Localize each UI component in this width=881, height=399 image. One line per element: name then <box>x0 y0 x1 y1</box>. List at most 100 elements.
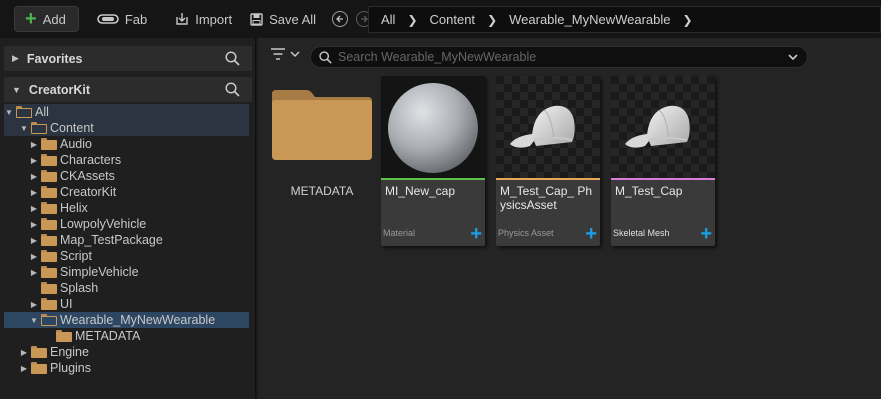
asset-view: METADATA MI_New_cap Material + <box>258 38 881 399</box>
tree-item[interactable]: Splash <box>4 280 249 296</box>
save-all-button[interactable]: Save All <box>244 6 322 32</box>
arrow-left-icon <box>336 15 344 23</box>
folder-icon <box>41 218 57 230</box>
tree-item[interactable]: ▶ Script <box>4 248 249 264</box>
import-icon <box>176 13 188 25</box>
folder-icon <box>41 298 57 310</box>
tree-item[interactable]: ▶ LowpolyVehicle <box>4 216 249 232</box>
creatorkit-label: CreatorKit <box>28 82 91 97</box>
chevron-right-icon[interactable]: ▶ <box>29 220 39 229</box>
tree-item-label: Splash <box>60 281 99 295</box>
asset-name: METADATA <box>290 184 354 198</box>
tree-item[interactable]: ▶ Helix <box>4 200 249 216</box>
tree-item-label: All <box>35 105 49 119</box>
chevron-right-icon[interactable]: ▶ <box>19 364 29 373</box>
chevron-right-icon[interactable]: ▶ <box>29 156 39 165</box>
folder-open-icon <box>31 122 47 134</box>
search-icon <box>319 50 332 64</box>
sphere-thumbnail-icon <box>388 83 478 173</box>
cap-thumbnail-icon <box>625 105 690 148</box>
back-button[interactable] <box>332 11 349 27</box>
tree-item-label: Content <box>50 121 94 135</box>
asset-thumbnail <box>496 76 600 178</box>
tree-item-label: SimpleVehicle <box>60 265 139 279</box>
folder-open-icon <box>41 314 57 326</box>
tree-item[interactable]: ▶ CreatorKit <box>4 184 249 200</box>
tree-item[interactable]: ▶ CKAssets <box>4 168 249 184</box>
asset-name: M_Test_Cap_ PhysicsAsset <box>500 184 593 212</box>
asset-tile-physics[interactable]: M_Test_Cap_ PhysicsAsset Physics Asset + <box>496 76 600 246</box>
search-input[interactable] <box>338 50 778 64</box>
plus-icon[interactable]: + <box>470 224 482 244</box>
cap-thumbnail-icon <box>510 105 575 148</box>
asset-type-strip <box>496 178 600 180</box>
chevron-right-icon[interactable]: ▶ <box>29 268 39 277</box>
tree-item[interactable]: ▶ Engine <box>4 344 249 360</box>
tree-item-label: LowpolyVehicle <box>60 217 147 231</box>
fab-label: Fab <box>124 11 148 27</box>
tree-item[interactable]: ▶ SimpleVehicle <box>4 264 249 280</box>
chevron-down-icon[interactable] <box>787 51 799 63</box>
plus-icon: + <box>25 8 37 30</box>
chevron-right-icon[interactable]: ▶ <box>29 300 39 309</box>
folder-icon <box>41 138 57 150</box>
chevron-right-icon: ▶ <box>12 53 19 63</box>
asset-tile-material[interactable]: MI_New_cap Material + <box>381 76 485 246</box>
chevron-right-icon[interactable]: ▶ <box>29 204 39 213</box>
tree-item[interactable]: ▼ All <box>4 104 249 120</box>
asset-search[interactable] <box>310 46 808 68</box>
chevron-right-icon[interactable]: ▶ <box>29 236 39 245</box>
folder-icon <box>56 330 72 342</box>
asset-type: Material <box>383 228 416 238</box>
tree-item[interactable]: ▶ Plugins <box>4 360 249 376</box>
tree-item[interactable]: ▶ UI <box>4 296 249 312</box>
asset-type-strip <box>381 178 485 180</box>
chevron-right-icon[interactable]: ▶ <box>19 348 29 357</box>
favorites-header[interactable]: ▶ Favorites <box>4 46 252 71</box>
tree-item[interactable]: ▶ Characters <box>4 152 249 168</box>
tree-item[interactable]: ▼ Wearable_MyNewWearable <box>4 312 249 328</box>
folder-tile-metadata[interactable]: METADATA <box>270 76 374 246</box>
chevron-down-icon[interactable]: ▼ <box>4 108 14 117</box>
filter-button[interactable] <box>270 48 300 60</box>
folder-icon <box>41 202 57 214</box>
tree-item[interactable]: ▼ Content <box>4 120 249 136</box>
chevron-right-icon[interactable]: ▶ <box>29 140 39 149</box>
creatorkit-header[interactable]: ▼ CreatorKit <box>4 77 252 102</box>
breadcrumb-item-all[interactable]: All <box>381 12 395 27</box>
tree-item[interactable]: ▶ Audio <box>4 136 249 152</box>
chevron-right-icon[interactable]: ❯ <box>683 13 693 27</box>
folder-icon <box>41 170 57 182</box>
tree-item-label: Engine <box>50 345 89 359</box>
tree-item[interactable]: METADATA <box>4 328 249 344</box>
folder-icon <box>41 266 57 278</box>
chevron-down-icon[interactable]: ▼ <box>19 124 29 133</box>
tree-item[interactable]: ▶ Map_TestPackage <box>4 232 249 248</box>
folder-icon <box>41 234 57 246</box>
tree-item-label: Characters <box>60 153 122 167</box>
chevron-right-icon[interactable]: ▶ <box>29 252 39 261</box>
import-button[interactable]: Import <box>169 6 238 32</box>
tree-item-label: Audio <box>60 137 92 151</box>
add-button[interactable]: + Add <box>14 6 79 32</box>
chevron-right-icon[interactable]: ❯ <box>487 13 497 27</box>
fab-icon <box>97 14 119 24</box>
fab-button[interactable]: Fab <box>91 6 153 32</box>
tree-item-label: Plugins <box>50 361 91 375</box>
asset-type-strip <box>611 178 715 180</box>
breadcrumb-item-current[interactable]: Wearable_MyNewWearable <box>509 12 670 27</box>
search-icon[interactable] <box>225 82 240 97</box>
plus-icon[interactable]: + <box>585 224 597 244</box>
plus-icon[interactable]: + <box>700 224 712 244</box>
chevron-right-icon[interactable]: ▶ <box>29 172 39 181</box>
folder-icon <box>31 346 47 358</box>
breadcrumb-item-content[interactable]: Content <box>430 12 476 27</box>
chevron-right-icon[interactable]: ❯ <box>407 13 417 27</box>
chevron-down-icon: ▼ <box>12 84 21 95</box>
asset-tile-skeletal-mesh[interactable]: M_Test_Cap Skeletal Mesh + <box>611 76 715 246</box>
import-label: Import <box>195 11 233 27</box>
chevron-right-icon[interactable]: ▶ <box>29 188 39 197</box>
tree-item-label: Helix <box>60 201 88 215</box>
chevron-down-icon[interactable]: ▼ <box>29 316 39 325</box>
search-icon[interactable] <box>225 51 240 66</box>
